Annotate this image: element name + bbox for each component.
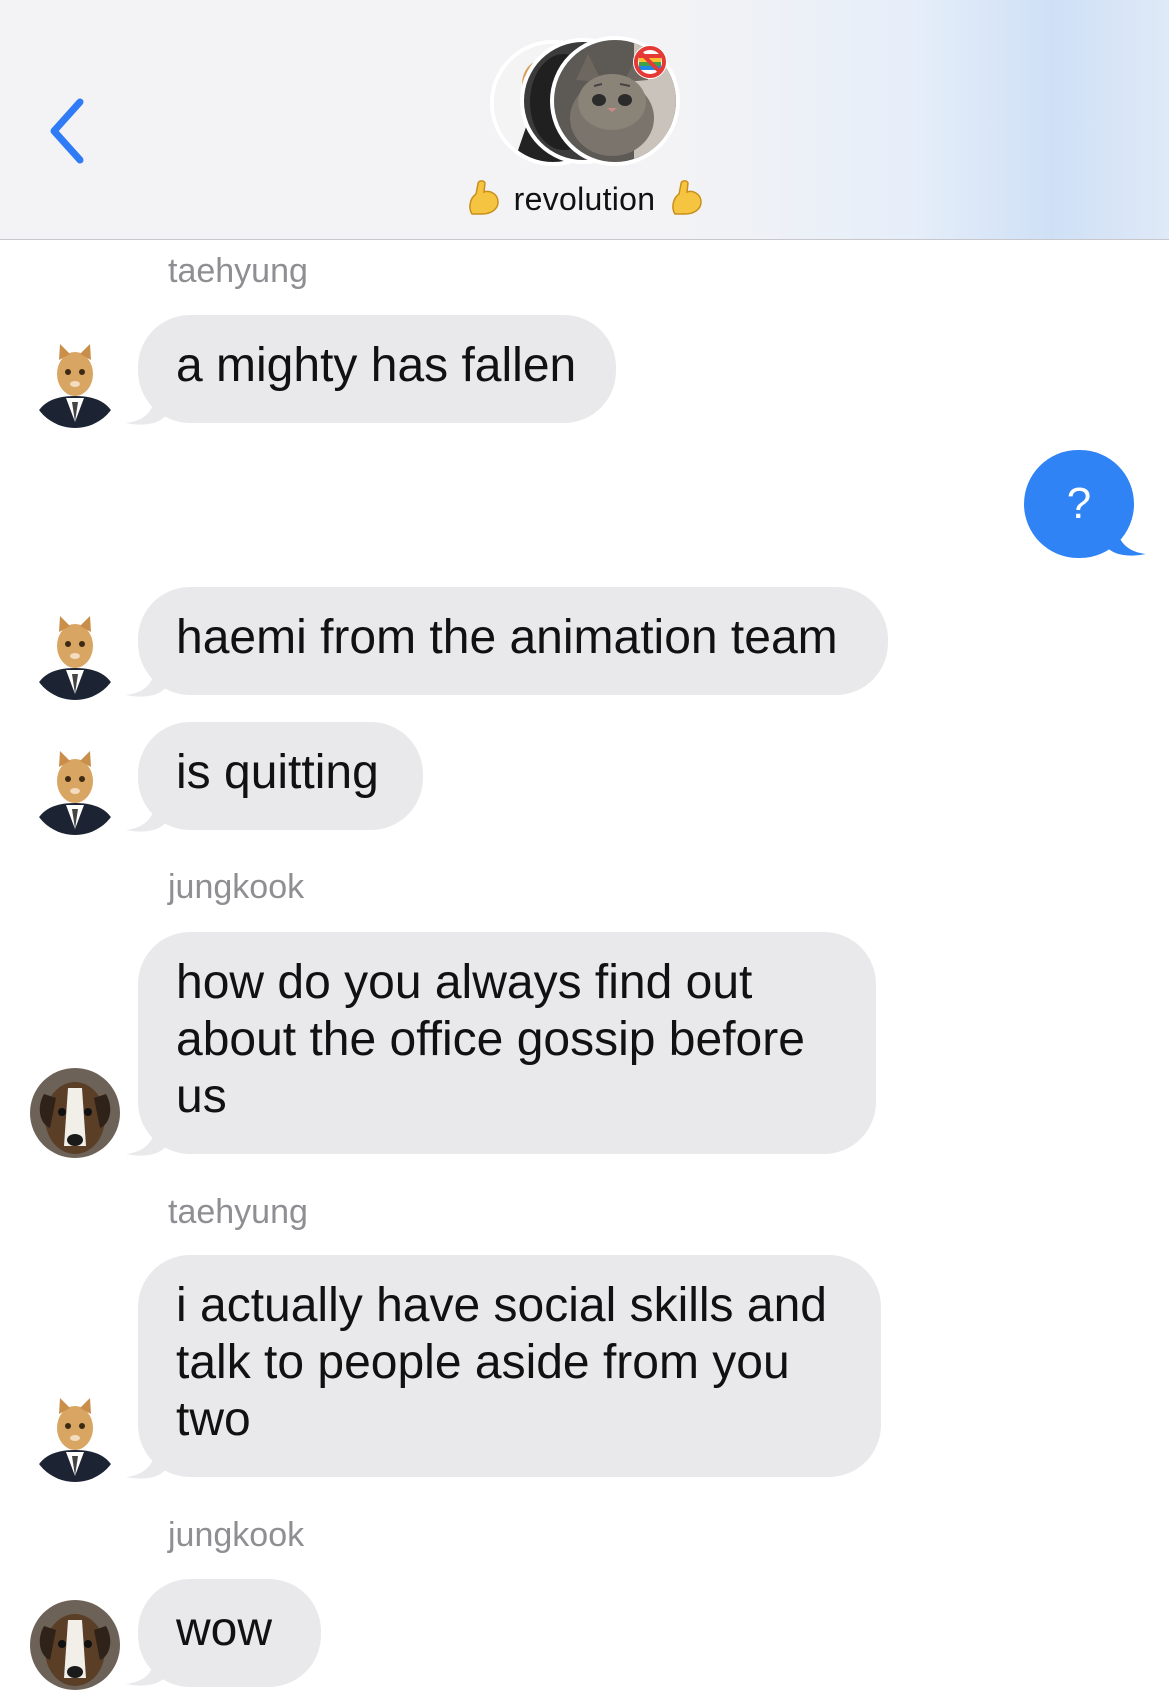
group-title[interactable]: revolution — [0, 178, 1169, 218]
dog-avatar[interactable] — [30, 1600, 120, 1690]
bubble-tail — [126, 389, 166, 425]
conversation-header: revolution — [0, 0, 1169, 240]
flexed-biceps-icon — [468, 180, 499, 215]
bubble-tail — [126, 661, 166, 697]
group-avatar-stack[interactable] — [490, 36, 680, 166]
group-name: revolution — [513, 181, 656, 217]
bubble-tail — [126, 1650, 166, 1686]
cat-in-suit-avatar[interactable] — [30, 338, 120, 428]
message-bubble[interactable]: how do you always find out about the off… — [138, 932, 876, 1154]
bubble-tail — [1106, 520, 1146, 556]
sender-name: taehyung — [168, 252, 308, 290]
cat-in-suit-avatar[interactable] — [30, 745, 120, 835]
chevron-left-icon[interactable] — [44, 96, 94, 166]
cat-in-suit-avatar[interactable] — [30, 610, 120, 700]
message-bubble[interactable]: a mighty has fallen — [138, 315, 616, 423]
flexed-biceps-icon — [672, 180, 703, 215]
sender-name: jungkook — [168, 1516, 305, 1554]
no-pride-sticker-icon — [633, 45, 667, 79]
message-bubble[interactable]: i actually have social skills and talk t… — [138, 1255, 881, 1477]
bubble-tail — [126, 796, 166, 832]
sender-name: jungkook — [168, 868, 305, 906]
bubble-tail — [126, 1120, 166, 1156]
message-bubble[interactable]: haemi from the animation team — [138, 587, 888, 695]
bubble-tail — [126, 1443, 166, 1479]
message-bubble[interactable]: is quitting — [138, 722, 423, 830]
sender-name: taehyung — [168, 1193, 308, 1231]
dog-avatar[interactable] — [30, 1068, 120, 1158]
cat-in-suit-avatar[interactable] — [30, 1392, 120, 1482]
